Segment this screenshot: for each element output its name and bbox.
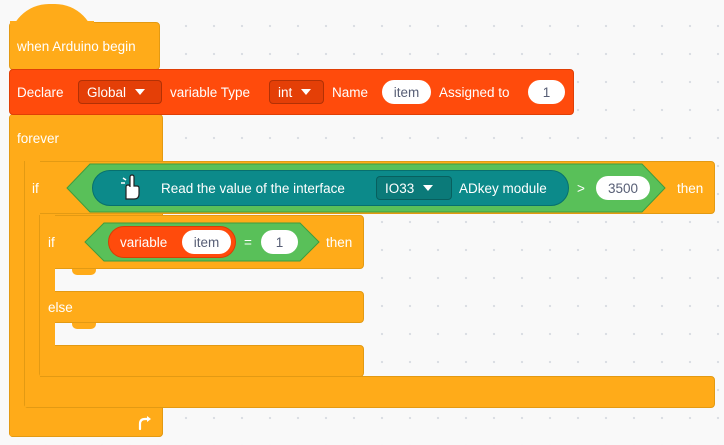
compare-value-input[interactable]: 1 (261, 230, 298, 254)
variable-name-input-value: item (393, 84, 420, 100)
chevron-down-icon (423, 185, 434, 191)
type-dropdown[interactable]: int (269, 80, 324, 104)
chevron-down-icon (301, 89, 312, 95)
inner-if-label: if (48, 235, 55, 250)
greater-than-operator: > (577, 181, 585, 196)
scope-dropdown[interactable]: Global (78, 80, 162, 104)
outer-if-arm-fill (25, 162, 40, 407)
variable-name-input[interactable]: item (382, 80, 431, 104)
outer-then-label: then (677, 181, 704, 196)
hat-label: when Arduino begin (17, 39, 136, 54)
name-label: Name (332, 85, 369, 100)
then-slot[interactable] (55, 269, 364, 291)
chevron-down-icon (135, 89, 146, 95)
equals-operator: = (244, 235, 252, 250)
else-slot-notch (72, 323, 96, 329)
threshold-value: 3500 (607, 180, 639, 196)
declare-label: Declare (17, 85, 64, 100)
threshold-input[interactable]: 3500 (596, 176, 650, 200)
outer-if-label: if (32, 181, 39, 196)
port-value: IO33 (385, 180, 415, 196)
variable-name-field[interactable]: item (182, 230, 231, 254)
else-label: else (48, 300, 73, 315)
else-bar (39, 291, 364, 323)
hat-cap-fill (10, 21, 94, 25)
outer-if-bottom (24, 376, 715, 408)
else-slot[interactable] (55, 323, 364, 345)
loop-arrow-icon (138, 416, 151, 431)
read-interface-label: Read the value of the interface (161, 181, 345, 196)
type-value: int (278, 84, 293, 100)
port-dropdown[interactable]: IO33 (376, 176, 452, 200)
pointing-hand-icon (121, 174, 140, 200)
variable-label: variable (120, 235, 168, 250)
initial-value-input[interactable]: 1 (528, 80, 565, 104)
scope-value: Global (87, 84, 127, 100)
variable-name-value: item (193, 234, 220, 250)
inner-then-label: then (326, 235, 353, 250)
inner-if-bottom (39, 345, 364, 377)
compare-value: 1 (275, 234, 284, 250)
assigned-to-label: Assigned to (439, 85, 510, 100)
variable-type-label: variable Type (170, 85, 251, 100)
forever-label: forever (17, 131, 60, 146)
then-slot-notch (72, 269, 96, 275)
initial-value: 1 (542, 84, 551, 100)
module-label: ADkey module (459, 181, 547, 196)
